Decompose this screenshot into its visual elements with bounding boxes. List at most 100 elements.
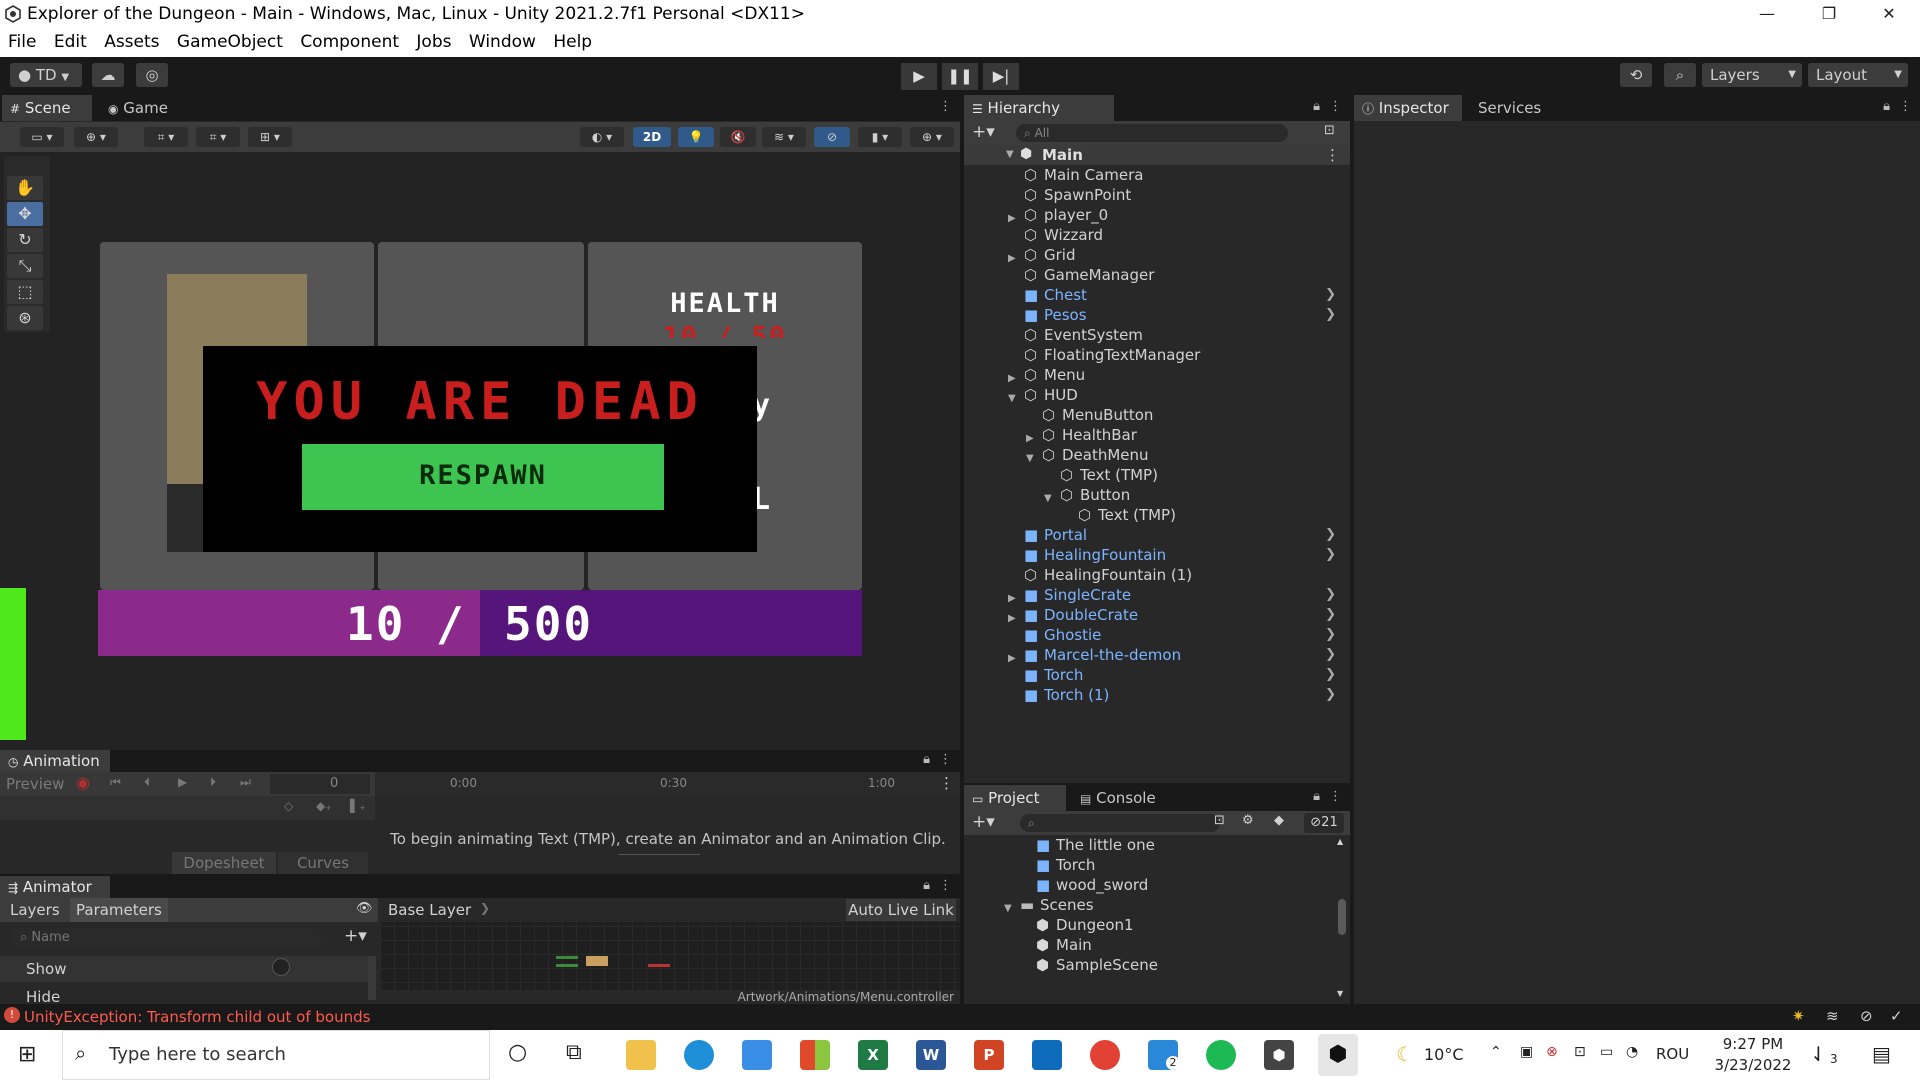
menu-window[interactable]: Window: [469, 30, 536, 52]
trigger-radio[interactable]: [272, 958, 290, 976]
add-keyframe-icon[interactable]: ◇: [284, 799, 293, 813]
more-options-icon[interactable]: ⋮: [1329, 789, 1342, 804]
open-prefab-chevron-icon[interactable]: ❯: [1325, 685, 1336, 705]
hierarchy-item[interactable]: ■ Ghostie ❯: [964, 625, 1350, 645]
lighting-bake-icon[interactable]: ✷: [1792, 1007, 1805, 1025]
grid-snap-dropdown[interactable]: ⌗ ▾: [196, 127, 240, 147]
open-prefab-chevron-icon[interactable]: ❯: [1325, 625, 1336, 645]
weather-temp[interactable]: 10°C: [1424, 1045, 1464, 1064]
state-node[interactable]: [586, 956, 608, 966]
hierarchy-item[interactable]: ⬡ SpawnPoint: [964, 185, 1350, 205]
store-icon[interactable]: [742, 1040, 772, 1070]
hierarchy-item[interactable]: ⬡ Wizzard: [964, 225, 1350, 245]
hierarchy-item[interactable]: ■ Portal ❯: [964, 525, 1350, 545]
increment-dropdown[interactable]: ⊞ ▾: [248, 127, 292, 147]
state-node[interactable]: [556, 956, 578, 959]
app-grid-icon[interactable]: [800, 1040, 830, 1070]
lock-icon[interactable]: 🔒︎: [923, 878, 930, 893]
tray-network-error-icon[interactable]: ⊗: [1546, 1044, 1558, 1060]
language-indicator[interactable]: ROU: [1656, 1045, 1689, 1063]
scale-tool[interactable]: ⤡: [7, 254, 43, 278]
tab-services[interactable]: Services: [1470, 95, 1560, 121]
parameter-row[interactable]: Hide: [0, 984, 370, 1004]
project-scrollbar[interactable]: ▲ ▼: [1336, 837, 1348, 999]
hierarchy-item[interactable]: ⬡ Text (TMP): [964, 505, 1350, 525]
project-item[interactable]: ■ The little one: [964, 835, 1334, 855]
hierarchy-item[interactable]: ▼ ⬡ DeathMenu: [964, 445, 1350, 465]
scene-root-row[interactable]: ▼ ⬢ Main ⋮: [964, 145, 1350, 165]
history-button[interactable]: ⟲: [1620, 63, 1652, 87]
battery-icon[interactable]: ▭: [1600, 1044, 1613, 1060]
rect-tool[interactable]: ⬚: [7, 280, 43, 304]
base-layer-breadcrumb[interactable]: Base Layer: [388, 901, 471, 919]
unity-editor-icon[interactable]: ⬢: [1318, 1034, 1358, 1076]
cloud-button[interactable]: ☁: [92, 63, 124, 87]
draw-mode-dropdown[interactable]: ▭ ▾: [20, 127, 64, 147]
spotify-icon[interactable]: [1206, 1040, 1236, 1070]
hierarchy-item[interactable]: ⬡ Main Camera: [964, 165, 1350, 185]
tab-game[interactable]: ◉ Game: [100, 95, 180, 121]
minimize-button[interactable]: —: [1744, 0, 1790, 30]
lock-icon[interactable]: 🔒︎: [923, 752, 930, 767]
project-item[interactable]: ⬢ SampleScene: [964, 955, 1334, 975]
taskbar-search-box[interactable]: ⌕ Type here to search: [62, 1030, 490, 1080]
global-dropdown[interactable]: ⊕ ▾: [74, 127, 118, 147]
hierarchy-item[interactable]: ⬡ MenuButton: [964, 405, 1350, 425]
hierarchy-search-input[interactable]: ⌕ All: [1016, 124, 1288, 142]
cache-server-icon[interactable]: ≋: [1826, 1007, 1839, 1025]
lock-icon[interactable]: 🔒︎: [1313, 789, 1320, 804]
preview-button[interactable]: Preview: [6, 775, 64, 793]
open-prefab-chevron-icon[interactable]: ❯: [1325, 305, 1336, 325]
lighting-toggle[interactable]: 💡: [678, 127, 714, 147]
collab-button[interactable]: ◎: [136, 63, 168, 87]
hierarchy-item[interactable]: ▼ ⬡ HUD: [964, 385, 1350, 405]
wifi-icon[interactable]: ◔: [1626, 1044, 1638, 1060]
tab-animation[interactable]: ◷ Animation: [0, 750, 110, 772]
respawn-button[interactable]: RESPAWN: [302, 444, 664, 510]
hierarchy-item[interactable]: ■ HealingFountain ❯: [964, 545, 1350, 565]
search-button[interactable]: ⌕: [1664, 63, 1696, 87]
prev-frame-icon[interactable]: ⏴: [144, 775, 150, 790]
tab-project[interactable]: ▭ Project: [964, 785, 1066, 811]
gizmos-dropdown[interactable]: ⊕ ▾: [910, 127, 954, 147]
auto-live-link-button[interactable]: Auto Live Link: [846, 899, 956, 921]
hierarchy-item[interactable]: ▼ ⬡ Button: [964, 485, 1350, 505]
parameter-scrollbar[interactable]: [368, 956, 376, 1000]
open-prefab-chevron-icon[interactable]: ❯: [1325, 605, 1336, 625]
hierarchy-item[interactable]: ⬡ FloatingTextManager: [964, 345, 1350, 365]
hierarchy-item[interactable]: ⬡ Text (TMP): [964, 465, 1350, 485]
open-prefab-chevron-icon[interactable]: ❯: [1325, 285, 1336, 305]
phone-app-icon[interactable]: 2: [1148, 1040, 1180, 1070]
hierarchy-item[interactable]: ▶ ⬡ player_0: [964, 205, 1350, 225]
last-frame-icon[interactable]: ⏭: [240, 775, 251, 790]
hierarchy-item[interactable]: ■ Torch (1) ❯: [964, 685, 1350, 705]
hidden-packages-toggle[interactable]: ⊘21: [1304, 813, 1344, 833]
parameter-search-input[interactable]: ⌕ Name: [10, 928, 322, 948]
state-node[interactable]: [556, 964, 578, 967]
scrollbar-thumb[interactable]: [1338, 899, 1346, 935]
menu-assets[interactable]: Assets: [104, 30, 159, 52]
eye-icon[interactable]: 👁︎: [356, 901, 373, 916]
move-tool[interactable]: ✥: [7, 202, 43, 226]
more-options-icon[interactable]: ⋮: [1899, 99, 1912, 114]
hierarchy-item[interactable]: ⬡ GameManager: [964, 265, 1350, 285]
parameters-subtab[interactable]: Parameters: [70, 898, 168, 922]
windows-start-icon[interactable]: ⊞: [18, 1042, 36, 1067]
search-by-type-icon[interactable]: ⊡: [1214, 813, 1225, 828]
transform-tool[interactable]: ⊛: [7, 306, 43, 330]
layers-dropdown[interactable]: Layers ▼: [1702, 63, 1802, 87]
action-center-icon[interactable]: ▤: [1872, 1042, 1891, 1066]
camera-dropdown[interactable]: ▮ ▾: [858, 127, 902, 147]
scroll-down-icon[interactable]: ▼: [1337, 989, 1343, 998]
add-key-icon[interactable]: ◆₊: [316, 799, 332, 813]
scroll-up-icon[interactable]: ▲: [1337, 837, 1343, 846]
menu-help[interactable]: Help: [553, 30, 592, 52]
animation-timeline-ruler[interactable]: 0:00 0:30 1:00 ⋮: [375, 772, 960, 796]
hierarchy-item[interactable]: ⬡ EventSystem: [964, 325, 1350, 345]
curves-tab[interactable]: Curves: [278, 852, 368, 874]
rotate-tool[interactable]: ↻: [7, 228, 43, 252]
hierarchy-item[interactable]: ▶ ■ Marcel-the-demon ❯: [964, 645, 1350, 665]
label-icon[interactable]: ◆: [1274, 813, 1284, 828]
word-icon[interactable]: W: [916, 1040, 946, 1070]
project-search-input[interactable]: ⌕: [1020, 814, 1220, 832]
